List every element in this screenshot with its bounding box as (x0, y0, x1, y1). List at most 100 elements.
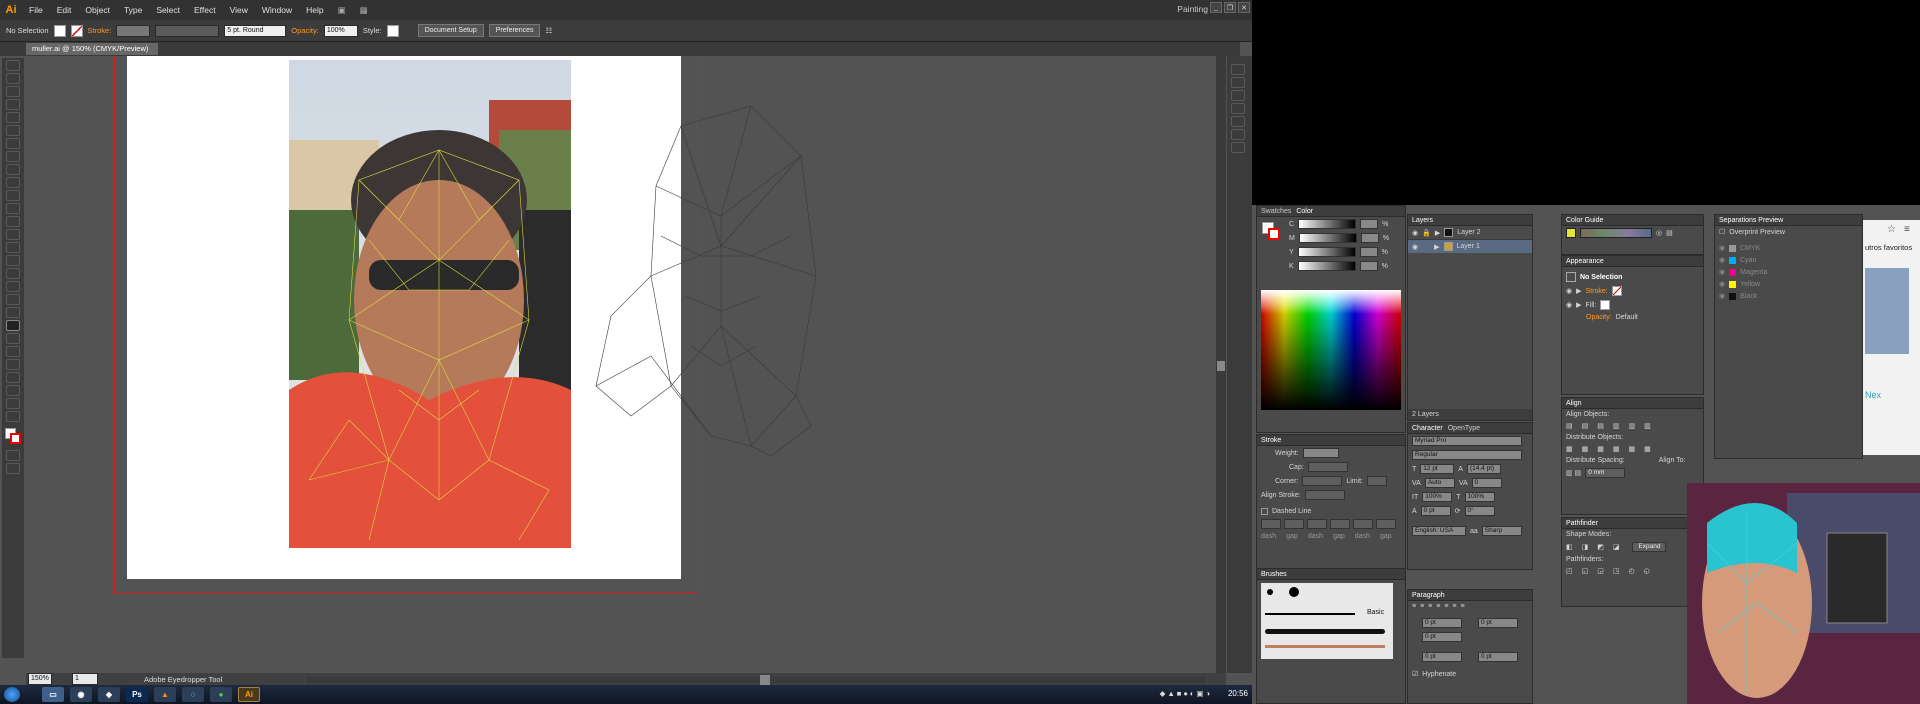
menu-edit[interactable]: Edit (50, 5, 79, 15)
canvas-area[interactable] (26, 56, 1216, 673)
separation-row[interactable]: ◉ Cyan (1715, 254, 1862, 266)
type-tool-icon[interactable] (6, 125, 20, 136)
zoom-field[interactable]: 150% (28, 673, 52, 685)
font-style-field[interactable]: Regular (1412, 450, 1522, 460)
slice-tool-icon[interactable] (6, 385, 20, 396)
rectangle-tool-icon[interactable] (6, 151, 20, 162)
visibility-eye-icon[interactable]: ◉ (1566, 301, 1572, 309)
free-transform-tool-icon[interactable] (6, 255, 20, 266)
artboard-navigation-field[interactable]: 1 (72, 673, 98, 685)
gradient-tool-icon[interactable] (6, 307, 20, 318)
baseline-field[interactable]: 0 pt (1420, 506, 1451, 516)
fill-stroke-proxy[interactable] (1262, 222, 1282, 242)
tab-opentype[interactable]: OpenType (1448, 425, 1480, 432)
cyan-slider[interactable] (1298, 219, 1357, 229)
blend-tool-icon[interactable] (6, 333, 20, 344)
stroke-label[interactable]: Stroke: (88, 26, 112, 35)
visibility-eye-icon[interactable]: ◉ (1566, 287, 1572, 295)
tray-icons[interactable]: ◆▲■●◐▣◑ (1160, 689, 1212, 698)
selection-tool-icon[interactable] (6, 60, 20, 71)
anti-alias-field[interactable]: Sharp (1481, 526, 1522, 536)
pathfinders-buttons[interactable]: ◰◱◲◳◴◵ (1562, 565, 1703, 577)
dock-panel-icon[interactable] (1231, 64, 1245, 75)
stroke-weight-field[interactable] (116, 24, 151, 37)
edit-colors-icon[interactable]: ◎ (1656, 229, 1662, 237)
vlc-icon[interactable]: ▲ (154, 687, 176, 702)
perspective-grid-tool-icon[interactable] (6, 281, 20, 292)
expand-triangle-icon[interactable]: ▶ (1576, 301, 1581, 309)
minimize-icon[interactable]: _ (1210, 2, 1222, 13)
visibility-eye-icon[interactable]: ◉ (1719, 256, 1725, 264)
corner-buttons[interactable] (1302, 476, 1343, 486)
visibility-eye-icon[interactable]: ◉ (1719, 292, 1725, 300)
menu-file[interactable]: File (22, 5, 50, 15)
visibility-eye-icon[interactable]: ◉ (1719, 244, 1725, 252)
expand-triangle-icon[interactable]: ▶ (1576, 287, 1581, 295)
transparency-icon[interactable] (1231, 103, 1245, 114)
dash-field-3[interactable] (1353, 519, 1373, 529)
font-size-field[interactable]: 12 pt (1420, 464, 1455, 474)
horizontal-scrollbar[interactable] (306, 675, 1206, 685)
opacity-label[interactable]: Opacity: (291, 26, 319, 35)
visibility-eye-icon[interactable]: ◉ (1719, 268, 1725, 276)
black-field[interactable] (1359, 261, 1378, 271)
visibility-eye-icon[interactable]: ◉ (1719, 280, 1725, 288)
expand-triangle-icon[interactable]: ▶ (1435, 229, 1440, 237)
horizontal-scroll-thumb[interactable] (760, 675, 770, 685)
fill-stroke-indicator[interactable] (3, 426, 23, 446)
appearance-stroke-swatch[interactable] (1611, 286, 1622, 296)
left-indent-field[interactable]: 0 pt (1422, 618, 1462, 628)
cyan-field[interactable] (1360, 219, 1379, 229)
tab-color[interactable]: Color (1296, 208, 1313, 215)
lasso-tool-icon[interactable] (6, 99, 20, 110)
vertical-scrollbar[interactable] (1216, 56, 1226, 673)
visibility-eye-icon[interactable]: ◉ (1412, 229, 1418, 237)
photoshop-icon[interactable]: Ps (126, 687, 148, 702)
harmony-rules-strip[interactable] (1580, 228, 1652, 238)
bookmarks-favorites[interactable]: utros favoritos (1865, 243, 1912, 252)
separation-row[interactable]: ◉ Yellow (1715, 278, 1862, 290)
column-graph-tool-icon[interactable] (6, 359, 20, 370)
drawing-modes-icon[interactable] (6, 450, 20, 461)
horizontal-scale-field[interactable]: 100% (1464, 492, 1495, 502)
tracking-field[interactable]: 0 (1471, 478, 1502, 488)
blob-brush-tool-icon[interactable] (6, 190, 20, 201)
bridge-icon[interactable]: ▣ (331, 5, 353, 16)
space-before-field[interactable]: 0 pt (1422, 652, 1462, 662)
align-objects-buttons[interactable]: ▤▤▤▥▥▥ (1562, 420, 1703, 432)
links-icon[interactable] (1231, 90, 1245, 101)
artboard-tool-icon[interactable] (6, 372, 20, 383)
paragraph-align-buttons[interactable]: ≡≡≡≡≡≡≡ (1408, 601, 1532, 612)
color-spectrum[interactable] (1261, 290, 1401, 410)
brush-definition-field[interactable]: 5 pt. Round (224, 24, 287, 37)
lock-icon[interactable]: 🔒 (1422, 229, 1431, 237)
line-tool-icon[interactable] (6, 138, 20, 149)
document-setup-button[interactable]: Document Setup (417, 24, 484, 37)
menu-type[interactable]: Type (117, 5, 149, 15)
arrange-icon[interactable]: ☷ (545, 26, 552, 35)
info-icon[interactable] (1231, 77, 1245, 88)
tab-swatches[interactable]: Swatches (1261, 208, 1291, 215)
restore-icon[interactable]: ❐ (1224, 2, 1236, 13)
rotate-tool-icon[interactable] (6, 216, 20, 227)
menu-help[interactable]: Help (299, 5, 330, 15)
right-indent-field[interactable]: 0 pt (1478, 618, 1518, 628)
menu-effect[interactable]: Effect (187, 5, 223, 15)
dash-field-1[interactable] (1261, 519, 1281, 529)
document-tab[interactable]: muller.ai @ 150% (CMYK/Preview) (26, 43, 158, 55)
cap-buttons[interactable] (1307, 462, 1348, 472)
browser-menu-icon[interactable]: ≡ (1904, 224, 1910, 235)
kerning-field[interactable]: Auto (1424, 478, 1455, 488)
pen-tool-icon[interactable] (6, 112, 20, 123)
browser-partial-link[interactable]: Nex (1865, 390, 1881, 400)
fill-swatch[interactable] (53, 24, 66, 37)
appearance-opacity-label[interactable]: Opacity: (1586, 314, 1612, 321)
style-swatch[interactable] (386, 24, 399, 37)
app-icon[interactable]: ◌ (182, 687, 204, 702)
magic-wand-tool-icon[interactable] (6, 86, 20, 97)
layer-row[interactable]: ◉ ▶ Layer 1 (1408, 240, 1532, 253)
menu-view[interactable]: View (223, 5, 255, 15)
save-group-icon[interactable]: ▤ (1666, 229, 1673, 237)
direct-selection-tool-icon[interactable] (6, 73, 20, 84)
separation-row[interactable]: ◉ CMYK (1715, 242, 1862, 254)
